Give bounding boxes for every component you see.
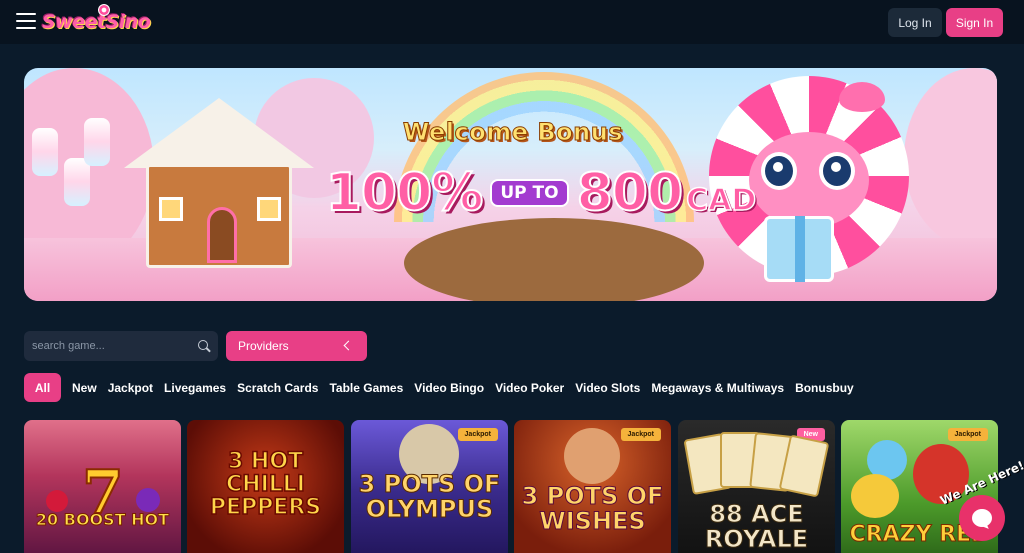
game-title: 20 BOOST HOT <box>35 510 170 529</box>
chevron-left-icon <box>343 340 354 351</box>
game-tile-3-pots-of-olympus[interactable]: Jackpot 3 POTS OF OLYMPUS <box>351 420 508 553</box>
marshmallow-pillar <box>32 128 58 176</box>
game-tile-20-boost-hot[interactable]: 7 20 BOOST HOT <box>24 420 181 553</box>
tab-video-bingo[interactable]: Video Bingo <box>414 381 484 395</box>
bonus-currency: CAD <box>685 182 757 219</box>
game-title: 3 HOT CHILLI PEPPERS <box>209 449 322 521</box>
gift-box <box>764 216 834 282</box>
game-tile-3-hot-chilli-peppers[interactable]: 3 HOT CHILLI PEPPERS <box>187 420 344 553</box>
marshmallow-pillar <box>64 158 90 206</box>
signin-button[interactable]: Sign In <box>946 8 1003 37</box>
providers-dropdown[interactable]: Providers <box>226 331 367 361</box>
game-title: 88 ACE ROYALE <box>704 500 809 553</box>
bonus-amount: 800 <box>576 162 685 224</box>
jackpot-badge: Jackpot <box>947 428 988 441</box>
category-tabs: All New Jackpot Livegames Scratch Cards … <box>24 373 865 402</box>
candy-hill <box>404 218 704 301</box>
jackpot-badge: Jackpot <box>457 428 498 441</box>
live-chat-button[interactable] <box>959 495 1005 541</box>
search-icon[interactable] <box>198 340 208 350</box>
bonus-headline: Welcome Bonus <box>402 118 624 147</box>
tab-bonusbuy[interactable]: Bonusbuy <box>795 381 854 395</box>
game-tile-3-pots-of-wishes[interactable]: Jackpot 3 POTS OF WISHES <box>514 420 671 553</box>
game-tile-88-ace-royale[interactable]: New 88 ACE ROYALE <box>678 420 835 553</box>
search-box <box>24 331 218 361</box>
tab-video-poker[interactable]: Video Poker <box>495 381 564 395</box>
tab-livegames[interactable]: Livegames <box>164 381 226 395</box>
game-title: 3 POTS OF OLYMPUS <box>358 470 501 524</box>
lollipop-icon <box>98 4 110 16</box>
tab-jackpot[interactable]: Jackpot <box>108 381 153 395</box>
providers-label: Providers <box>238 339 289 353</box>
candy-hill <box>904 68 997 248</box>
top-navbar: SweetSino Log In Sign In <box>0 0 1024 44</box>
menu-icon[interactable] <box>16 13 36 29</box>
tab-all[interactable]: All <box>24 373 61 402</box>
tab-video-slots[interactable]: Video Slots <box>575 381 640 395</box>
welcome-bonus-banner[interactable]: Welcome Bonus 100% UP TO 800 CAD <box>24 68 997 301</box>
logo[interactable]: SweetSino <box>42 4 151 38</box>
bonus-offer: 100% UP TO 800 CAD <box>316 162 766 224</box>
genie-figure <box>564 428 620 484</box>
bonus-up-to: UP TO <box>490 179 569 207</box>
game-title: 3 POTS OF WISHES <box>521 482 664 536</box>
jackpot-badge: Jackpot <box>620 428 661 441</box>
tab-megaways-multiways[interactable]: Megaways & Multiways <box>651 381 784 395</box>
bonus-percent: 100% <box>325 162 485 224</box>
tab-table-games[interactable]: Table Games <box>329 381 403 395</box>
tab-scratch-cards[interactable]: Scratch Cards <box>237 381 318 395</box>
fruit-cherry <box>46 490 68 512</box>
fruit-grape <box>136 488 160 512</box>
marshmallow-pillar <box>84 118 110 166</box>
yellow-bird <box>851 474 899 518</box>
chat-icon <box>972 509 992 527</box>
logo-text: SweetSino <box>42 11 151 33</box>
gingerbread-house <box>124 98 314 278</box>
tab-new[interactable]: New <box>72 381 97 395</box>
login-button[interactable]: Log In <box>888 8 942 37</box>
search-input[interactable] <box>32 340 192 352</box>
bow <box>839 82 885 112</box>
